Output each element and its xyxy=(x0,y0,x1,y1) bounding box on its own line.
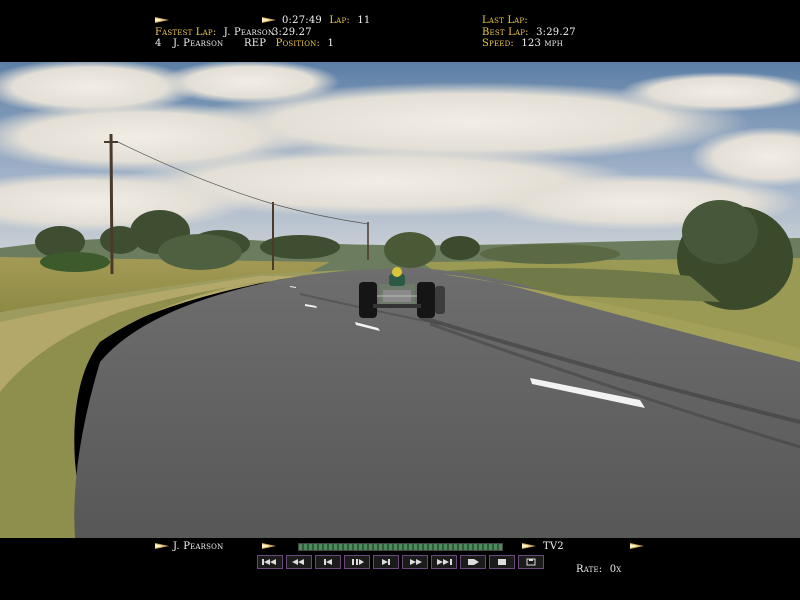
stop-icon xyxy=(498,559,506,565)
rep-position-row: REP Position: 1 xyxy=(244,38,334,49)
speed-label: Speed: xyxy=(482,38,514,49)
speed-row: Speed: 123 mph xyxy=(482,38,563,49)
top-hud: 0:27:49 Lap: 11 Fastest Lap: J. Pearson … xyxy=(0,0,800,62)
last-lap-label: Last Lap: xyxy=(482,15,528,26)
rate-label: Rate: xyxy=(576,564,603,575)
fast-forward-button[interactable] xyxy=(402,555,428,569)
replay-progress-bar[interactable] xyxy=(298,543,503,551)
best-lap-value: 3:29.27 xyxy=(536,27,576,38)
replay-bar: J. Pearson TV2 Rate: 0x xyxy=(0,538,800,600)
camera-name[interactable]: TV2 xyxy=(543,541,564,552)
race-scene xyxy=(0,62,800,538)
record-button[interactable] xyxy=(460,555,486,569)
rewind-to-start-icon xyxy=(262,559,276,565)
fastest-lap-time: 3:29.27 xyxy=(272,27,312,38)
driver-row: 4 J. Pearson xyxy=(155,38,223,49)
pennant-mid-icon xyxy=(262,17,276,23)
position-number: 4 xyxy=(155,38,162,49)
rewind-to-start-button[interactable] xyxy=(257,555,283,569)
pennant-driver-icon xyxy=(155,543,169,549)
last-lap-row: Last Lap: xyxy=(482,15,528,26)
replay-driver-name: J. Pearson xyxy=(173,541,224,552)
record-icon xyxy=(468,559,479,565)
step-forward-icon xyxy=(382,559,390,565)
step-back-button[interactable] xyxy=(315,555,341,569)
play-pause-button[interactable] xyxy=(344,555,370,569)
forward-to-end-button[interactable] xyxy=(431,555,457,569)
fastest-lap-label: Fastest Lap: xyxy=(155,27,217,38)
lap-value: 11 xyxy=(357,15,371,26)
fastest-lap-driver: J. Pearson xyxy=(223,27,275,38)
play-pause-icon xyxy=(352,559,364,565)
replay-progress-fill xyxy=(299,544,502,550)
best-lap-row: Best Lap: 3:29.27 xyxy=(482,27,576,38)
position-value: 1 xyxy=(327,38,335,49)
speed-value: 123 mph xyxy=(521,38,564,49)
stop-button[interactable] xyxy=(489,555,515,569)
session-time: 0:27:49 xyxy=(282,15,322,26)
pennant-left-icon xyxy=(155,17,169,23)
session-time-row: 0:27:49 Lap: 11 xyxy=(282,15,370,26)
clouds xyxy=(0,62,800,232)
fast-rewind-button[interactable] xyxy=(286,555,312,569)
fastest-lap-row: Fastest Lap: J. Pearson xyxy=(155,27,274,38)
fastest-lap-time-row: 3:29.27 xyxy=(272,27,312,38)
forward-to-end-icon xyxy=(437,559,452,565)
lap-label: Lap: xyxy=(329,15,350,26)
pennant-progress-icon xyxy=(262,543,276,549)
rate-value: 0x xyxy=(609,564,622,575)
save-icon xyxy=(526,558,536,566)
pennant-camera-icon xyxy=(522,543,536,549)
step-forward-button[interactable] xyxy=(373,555,399,569)
position-label: Position: xyxy=(275,38,321,49)
fast-forward-icon xyxy=(410,559,422,565)
driver-name: J. Pearson xyxy=(172,38,224,49)
rep-indicator: REP xyxy=(244,38,267,49)
rate-display: Rate: 0x xyxy=(576,564,622,575)
fast-rewind-icon xyxy=(292,559,304,565)
best-lap-label: Best Lap: xyxy=(482,27,529,38)
pennant-right-icon xyxy=(630,543,644,549)
save-button[interactable] xyxy=(518,555,544,569)
step-back-icon xyxy=(324,559,332,565)
